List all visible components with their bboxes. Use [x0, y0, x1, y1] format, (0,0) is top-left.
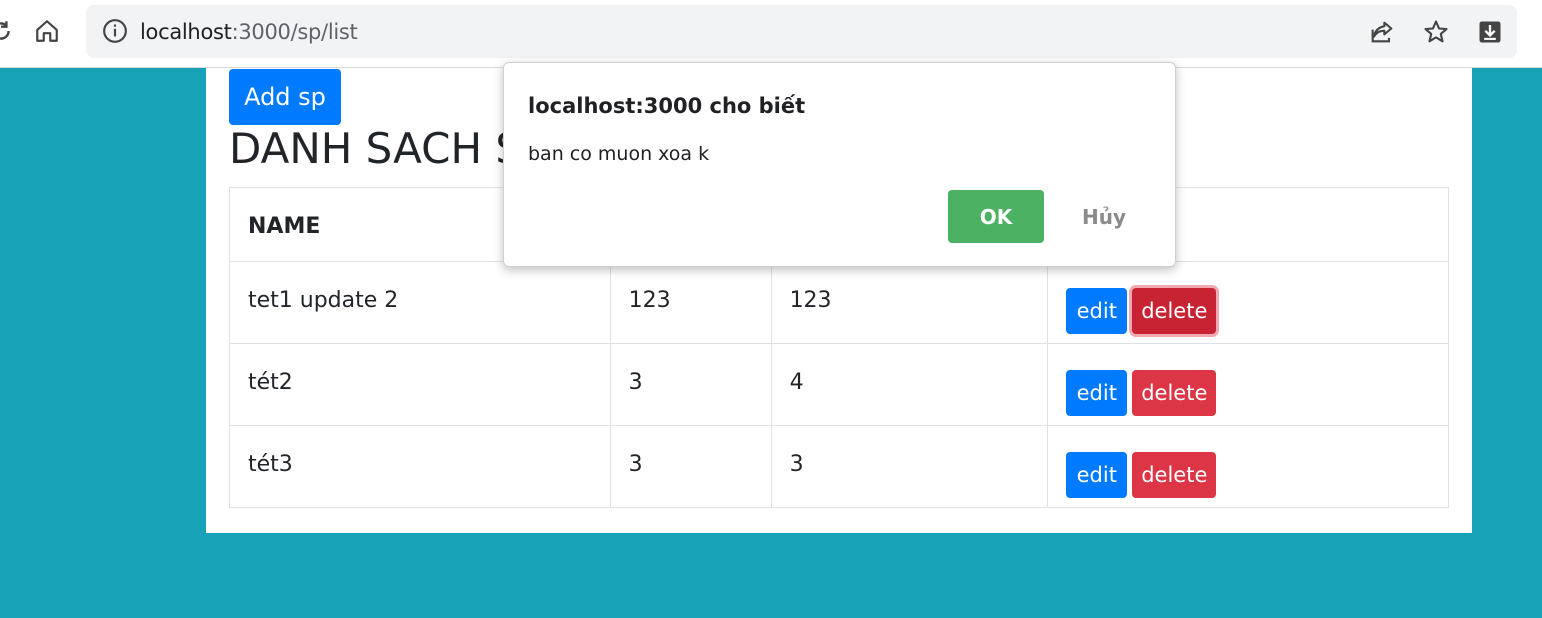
dialog-message: ban co muon xoa k [528, 143, 710, 165]
cell-actions: edit delete [1047, 261, 1449, 344]
star-icon[interactable] [1421, 17, 1451, 47]
browser-toolbar: localhost:3000/sp/list [0, 0, 1542, 68]
edit-button[interactable]: edit [1066, 452, 1128, 498]
url-host: localhost [140, 20, 232, 44]
cell-col3: 3 [770, 425, 1049, 508]
reload-icon[interactable] [0, 16, 16, 46]
cell-actions: edit delete [1047, 425, 1449, 508]
delete-button[interactable]: delete [1132, 370, 1217, 416]
cell-name: tét3 [229, 425, 611, 508]
cell-col3: 123 [770, 261, 1049, 344]
cell-actions: edit delete [1047, 343, 1449, 426]
share-icon[interactable] [1367, 17, 1397, 47]
delete-button[interactable]: delete [1132, 452, 1217, 498]
table-row: tet1 update 2 123 123 edit delete [229, 261, 1449, 344]
cell-col2: 3 [609, 343, 772, 426]
url-path: :3000/sp/list [231, 20, 358, 44]
delete-button[interactable]: delete [1132, 288, 1217, 334]
home-icon[interactable] [32, 16, 62, 46]
table-row: tét2 3 4 edit delete [229, 343, 1449, 426]
download-icon[interactable] [1475, 17, 1505, 47]
address-bar[interactable]: localhost:3000/sp/list [86, 5, 1517, 58]
page-title: DANH SACH SP [229, 124, 548, 173]
table-row: tét3 3 3 edit delete [229, 425, 1449, 508]
confirm-dialog: localhost:3000 cho biết ban co muon xoa … [503, 62, 1176, 267]
url-text[interactable]: localhost:3000/sp/list [140, 20, 358, 44]
cell-col2: 3 [609, 425, 772, 508]
edit-button[interactable]: edit [1066, 370, 1128, 416]
cell-col2: 123 [609, 261, 772, 344]
cancel-button[interactable]: Hủy [1059, 190, 1149, 243]
add-sp-button[interactable]: Add sp [229, 69, 341, 125]
cell-name: tét2 [229, 343, 611, 426]
dialog-title: localhost:3000 cho biết [528, 94, 806, 118]
cell-name: tet1 update 2 [229, 261, 611, 344]
ok-button[interactable]: OK [948, 190, 1044, 243]
info-icon[interactable] [102, 18, 128, 44]
edit-button[interactable]: edit [1066, 288, 1128, 334]
cell-col3: 4 [770, 343, 1049, 426]
